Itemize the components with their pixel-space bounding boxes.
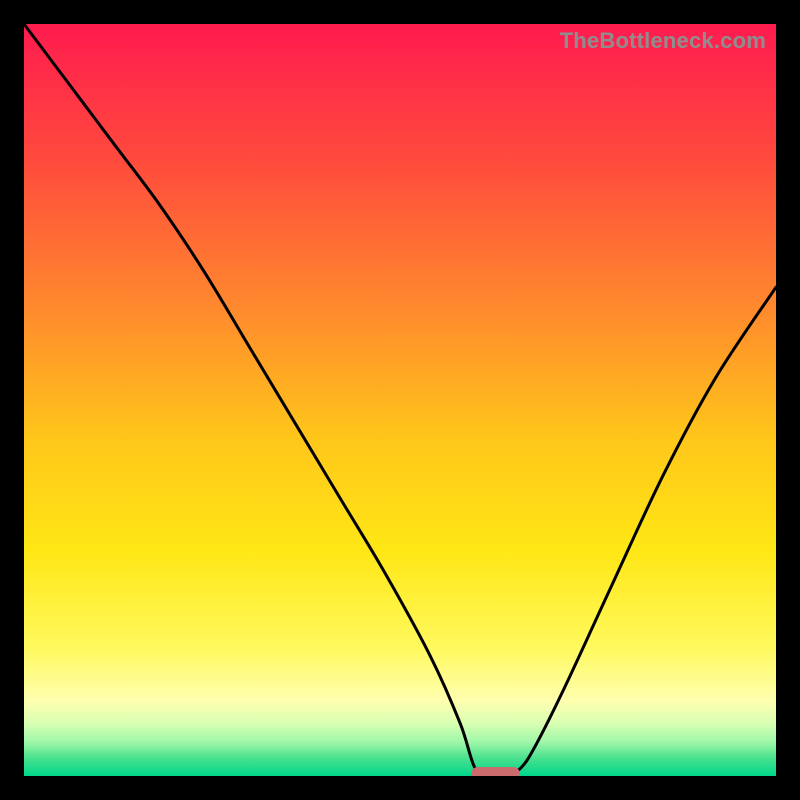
plot-area: TheBottleneck.com [24,24,776,776]
background-gradient [24,24,776,776]
chart-frame: TheBottleneck.com [0,0,800,800]
